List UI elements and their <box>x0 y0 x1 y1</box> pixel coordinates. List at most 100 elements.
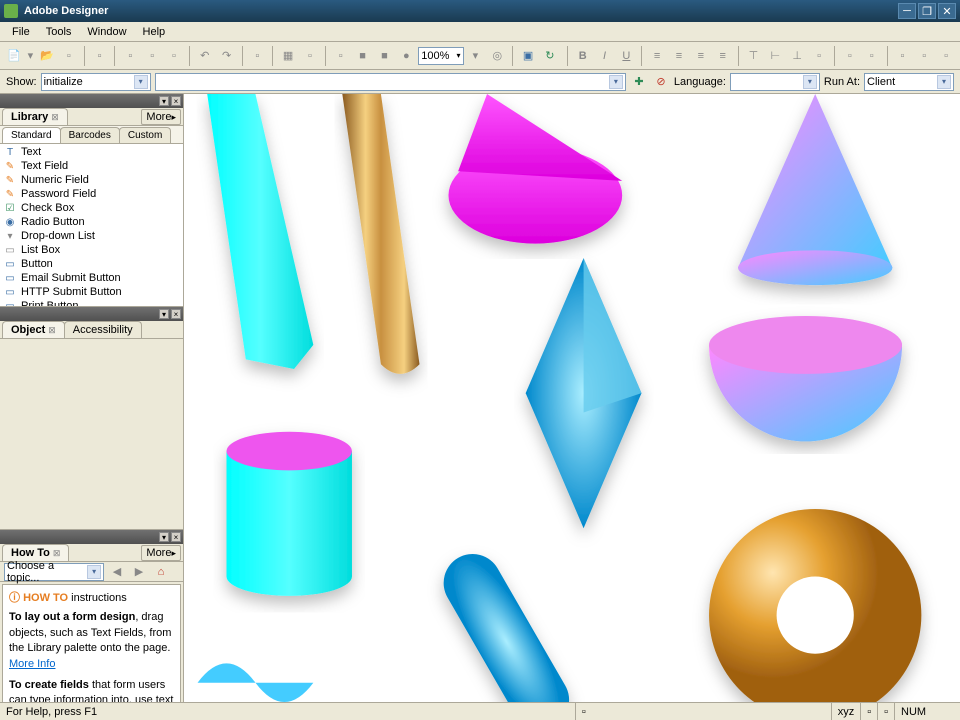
library-item[interactable]: ◉Radio Button <box>0 215 183 229</box>
howto-more-button[interactable]: More ▸ <box>141 545 181 561</box>
front-button[interactable]: ▫ <box>892 45 912 67</box>
accessibility-tab[interactable]: Accessibility <box>64 321 142 338</box>
zoom-arrow-icon[interactable]: ▾ <box>466 45 486 67</box>
tool-dropdown-icon[interactable]: ▾ <box>26 45 35 67</box>
library-item[interactable]: TText <box>0 145 183 159</box>
library-item[interactable]: ☑Check Box <box>0 201 183 215</box>
page-button[interactable]: ▫ <box>331 45 351 67</box>
home-icon[interactable]: ⌂ <box>152 563 170 581</box>
zoom-combo[interactable]: 100%▾ <box>418 47 463 65</box>
menu-file[interactable]: File <box>4 24 38 40</box>
topic-combo[interactable]: Choose a topic...▾ <box>4 563 104 581</box>
status-snap-icon: ▫ <box>877 703 894 720</box>
cancel-script-button[interactable]: ⊘ <box>652 73 670 91</box>
play-button[interactable]: ■ <box>375 45 395 67</box>
howto-panel-head[interactable]: ▾ × <box>0 530 183 544</box>
tool-button[interactable]: ▫ <box>247 45 267 67</box>
italic-button[interactable]: I <box>595 45 615 67</box>
language-combo[interactable]: ▾ <box>730 73 820 91</box>
library-item[interactable]: ✎Password Field <box>0 187 183 201</box>
group-button[interactable]: ▫ <box>840 45 860 67</box>
add-script-button[interactable]: ✚ <box>630 73 648 91</box>
runat-combo[interactable]: Client▾ <box>864 73 954 91</box>
library-list[interactable]: TText✎Text Field✎Numeric Field✎Password … <box>0 144 183 306</box>
lib-item-icon: ☑ <box>3 202 17 214</box>
object-panel-head[interactable]: ▾ × <box>0 307 183 321</box>
subtab-standard[interactable]: Standard <box>2 127 61 143</box>
target-button[interactable]: ◎ <box>487 45 507 67</box>
library-item[interactable]: ▭List Box <box>0 243 183 257</box>
print-button[interactable]: ▫ <box>90 45 110 67</box>
redo-button[interactable]: ↷ <box>217 45 237 67</box>
show-combo[interactable]: initialize▾ <box>41 73 151 91</box>
subtab-custom[interactable]: Custom <box>119 127 171 143</box>
forward-icon[interactable]: ▶ <box>130 563 148 581</box>
cut-button[interactable]: ▫ <box>120 45 140 67</box>
library-tab[interactable]: Library⊠ <box>2 108 68 125</box>
bold-button[interactable]: B <box>573 45 593 67</box>
menu-help[interactable]: Help <box>135 24 174 40</box>
distribute-button[interactable]: ▫ <box>809 45 829 67</box>
save-button[interactable]: ▫ <box>59 45 79 67</box>
valign-mid-button[interactable]: ⊢ <box>765 45 785 67</box>
new-button[interactable]: 📄 <box>4 45 24 67</box>
forward-button[interactable]: ▫ <box>936 45 956 67</box>
ruler-button[interactable]: ▫ <box>300 45 320 67</box>
panel-menu-icon[interactable]: ▾ <box>159 532 169 542</box>
open-button[interactable]: 📂 <box>37 45 57 67</box>
align-right-button[interactable]: ≡ <box>691 45 711 67</box>
lib-item-icon: ◉ <box>3 216 17 228</box>
copy-button[interactable]: ▫ <box>142 45 162 67</box>
design-canvas[interactable] <box>184 94 960 702</box>
refresh-button[interactable]: ↻ <box>540 45 560 67</box>
preview-button[interactable]: ▣ <box>518 45 538 67</box>
shape-magenta-cone <box>448 94 622 244</box>
menu-window[interactable]: Window <box>79 24 134 40</box>
restore-button[interactable]: ❐ <box>918 3 936 19</box>
lib-item-label: Password Field <box>21 188 96 200</box>
library-item[interactable]: ✎Text Field <box>0 159 183 173</box>
paste-button[interactable]: ▫ <box>164 45 184 67</box>
panel-close-icon[interactable]: × <box>171 96 181 106</box>
ungroup-button[interactable]: ▫ <box>862 45 882 67</box>
back-button[interactable]: ▫ <box>914 45 934 67</box>
library-more-button[interactable]: More ▸ <box>141 109 181 125</box>
underline-button[interactable]: U <box>616 45 636 67</box>
valign-top-button[interactable]: ⊤ <box>744 45 764 67</box>
panel-menu-icon[interactable]: ▾ <box>159 309 169 319</box>
library-item[interactable]: ✎Numeric Field <box>0 173 183 187</box>
panel-menu-icon[interactable]: ▾ <box>159 96 169 106</box>
subtab-barcodes[interactable]: Barcodes <box>60 127 120 143</box>
undo-button[interactable]: ↶ <box>195 45 215 67</box>
script-input[interactable]: ▾ <box>155 73 626 91</box>
close-button[interactable]: ✕ <box>938 3 956 19</box>
back-icon[interactable]: ◀ <box>108 563 126 581</box>
panel-close-icon[interactable]: × <box>171 309 181 319</box>
library-item[interactable]: ▭Email Submit Button <box>0 271 183 285</box>
library-item[interactable]: ▭Print Button <box>0 299 183 306</box>
grid-button[interactable]: ▦ <box>278 45 298 67</box>
shape-blue-tube <box>433 543 580 702</box>
object-body <box>0 339 183 529</box>
library-item[interactable]: ▾Drop-down List <box>0 229 183 243</box>
howto-tab[interactable]: How To⊠ <box>2 544 69 561</box>
align-center-button[interactable]: ≡ <box>669 45 689 67</box>
align-justify-button[interactable]: ≡ <box>713 45 733 67</box>
library-item[interactable]: ▭Button <box>0 257 183 271</box>
object-tab[interactable]: Object⊠ <box>2 321 65 338</box>
menu-tools[interactable]: Tools <box>38 24 80 40</box>
library-item[interactable]: ▭HTTP Submit Button <box>0 285 183 299</box>
library-panel-head[interactable]: ▾ × <box>0 94 183 108</box>
lib-item-icon: ▭ <box>3 286 17 298</box>
align-left-button[interactable]: ≡ <box>647 45 667 67</box>
panel-close-icon[interactable]: × <box>171 532 181 542</box>
shape-cylinder <box>227 432 352 596</box>
valign-bot-button[interactable]: ⊥ <box>787 45 807 67</box>
stop-button[interactable]: ■ <box>353 45 373 67</box>
more-info-link[interactable]: More Info <box>9 658 55 670</box>
lib-item-label: Button <box>21 258 53 270</box>
minimize-button[interactable]: ─ <box>898 3 916 19</box>
howto-panel: ▾ × How To⊠ More ▸ Choose a topic...▾ ◀ … <box>0 530 183 702</box>
record-button[interactable]: ● <box>396 45 416 67</box>
app-logo-icon <box>4 4 18 18</box>
